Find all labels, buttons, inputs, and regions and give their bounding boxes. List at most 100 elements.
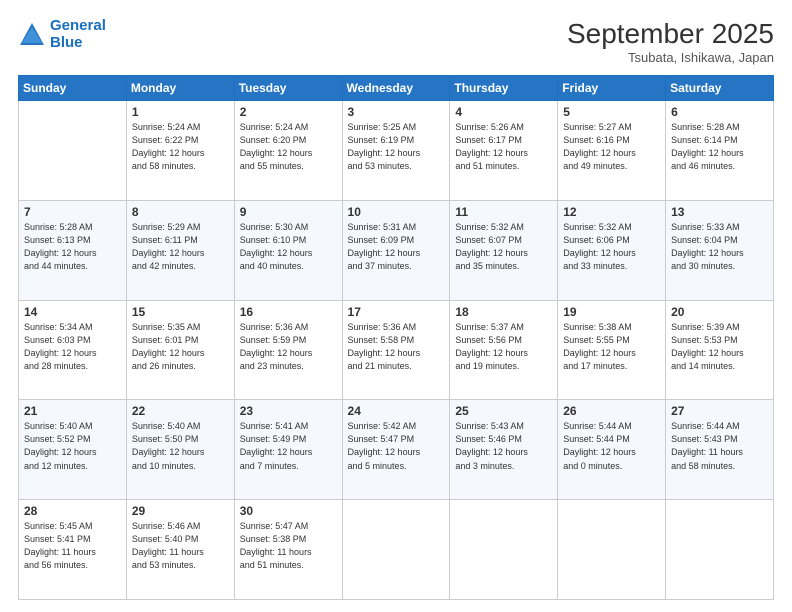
day-info: Sunrise: 5:35 AM Sunset: 6:01 PM Dayligh…	[132, 321, 229, 373]
calendar-cell: 19 Sunrise: 5:38 AM Sunset: 5:55 PM Dayli…	[558, 300, 666, 400]
calendar-week-row: 14Sunrise: 5:34 AM Sunset: 6:03 PM Dayli…	[19, 300, 774, 400]
day-info: Sunrise: 5:30 AM Sunset: 6:10 PM Dayligh…	[240, 221, 337, 273]
day-info: Sunrise: 5:36 AM Sunset: 5:58 PM Dayligh…	[348, 321, 445, 373]
title-block: September 2025 Tsubata, Ishikawa, Japan	[567, 18, 774, 65]
calendar-cell: 13Sunrise: 5:33 AM Sunset: 6:04 PM Dayli…	[666, 200, 774, 300]
weekday-header-cell: Thursday	[450, 76, 558, 101]
calendar-cell: 14Sunrise: 5:34 AM Sunset: 6:03 PM Dayli…	[19, 300, 127, 400]
logo-line1: General	[50, 17, 106, 34]
calendar-week-row: 28Sunrise: 5:45 AM Sunset: 5:41 PM Dayli…	[19, 500, 774, 600]
day-info: Sunrise: 5:31 AM Sunset: 6:09 PM Dayligh…	[348, 221, 445, 273]
calendar-cell: 18 Sunrise: 5:37 AM Sunset: 5:56 PM Dayli…	[450, 300, 558, 400]
day-number: 7	[24, 205, 121, 219]
day-number: 15	[132, 305, 229, 319]
logo-icon	[18, 21, 46, 49]
calendar-cell	[342, 500, 450, 600]
day-number: 22	[132, 404, 229, 418]
day-info: Sunrise: 5:44 AM Sunset: 5:43 PM Dayligh…	[671, 420, 768, 472]
calendar-cell: 21 Sunrise: 5:40 AM Sunset: 5:52 PM Dayli…	[19, 400, 127, 500]
day-info: Sunrise: 5:42 AM Sunset: 5:47 PM Dayligh…	[348, 420, 445, 472]
day-number: 10	[348, 205, 445, 219]
calendar-cell: 2Sunrise: 5:24 AM Sunset: 6:20 PM Daylig…	[234, 101, 342, 201]
day-number: 13	[671, 205, 768, 219]
day-info: Sunrise: 5:40 AM Sunset: 5:50 PM Dayligh…	[132, 420, 229, 472]
day-info: Sunrise: 5:24 AM Sunset: 6:22 PM Dayligh…	[132, 121, 229, 173]
day-info: Sunrise: 5:32 AM Sunset: 6:06 PM Dayligh…	[563, 221, 660, 273]
day-info: Sunrise: 5:39 AM Sunset: 5:53 PM Dayligh…	[671, 321, 768, 373]
day-number: 17	[348, 305, 445, 319]
day-number: 24	[348, 404, 445, 418]
page: General Blue September 2025 Tsubata, Ish…	[0, 0, 792, 612]
day-info: Sunrise: 5:45 AM Sunset: 5:41 PM Dayligh…	[24, 520, 121, 572]
weekday-header-cell: Monday	[126, 76, 234, 101]
day-number: 12	[563, 205, 660, 219]
weekday-header-cell: Saturday	[666, 76, 774, 101]
calendar-cell: 30 Sunrise: 5:47 AM Sunset: 5:38 PM Dayli…	[234, 500, 342, 600]
day-number: 18	[455, 305, 552, 319]
calendar-cell: 28Sunrise: 5:45 AM Sunset: 5:41 PM Dayli…	[19, 500, 127, 600]
day-number: 11	[455, 205, 552, 219]
day-number: 2	[240, 105, 337, 119]
calendar-cell	[666, 500, 774, 600]
day-number: 8	[132, 205, 229, 219]
day-info: Sunrise: 5:37 AM Sunset: 5:56 PM Dayligh…	[455, 321, 552, 373]
day-number: 14	[24, 305, 121, 319]
calendar-cell: 23 Sunrise: 5:41 AM Sunset: 5:49 PM Dayli…	[234, 400, 342, 500]
calendar-table: SundayMondayTuesdayWednesdayThursdayFrid…	[18, 75, 774, 600]
calendar-cell: 24 Sunrise: 5:42 AM Sunset: 5:47 PM Dayli…	[342, 400, 450, 500]
day-info: Sunrise: 5:28 AM Sunset: 6:14 PM Dayligh…	[671, 121, 768, 173]
logo: General Blue	[18, 18, 106, 51]
calendar-cell: 4Sunrise: 5:26 AM Sunset: 6:17 PM Daylig…	[450, 101, 558, 201]
location: Tsubata, Ishikawa, Japan	[567, 50, 774, 65]
day-info: Sunrise: 5:38 AM Sunset: 5:55 PM Dayligh…	[563, 321, 660, 373]
calendar-cell: 16 Sunrise: 5:36 AM Sunset: 5:59 PM Dayli…	[234, 300, 342, 400]
day-info: Sunrise: 5:41 AM Sunset: 5:49 PM Dayligh…	[240, 420, 337, 472]
day-number: 29	[132, 504, 229, 518]
day-info: Sunrise: 5:36 AM Sunset: 5:59 PM Dayligh…	[240, 321, 337, 373]
day-number: 16	[240, 305, 337, 319]
calendar-cell	[558, 500, 666, 600]
calendar-body: 1 Sunrise: 5:24 AM Sunset: 6:22 PM Daylig…	[19, 101, 774, 600]
calendar-cell: 12 Sunrise: 5:32 AM Sunset: 6:06 PM Dayli…	[558, 200, 666, 300]
day-info: Sunrise: 5:47 AM Sunset: 5:38 PM Dayligh…	[240, 520, 337, 572]
calendar-cell: 9Sunrise: 5:30 AM Sunset: 6:10 PM Daylig…	[234, 200, 342, 300]
day-info: Sunrise: 5:46 AM Sunset: 5:40 PM Dayligh…	[132, 520, 229, 572]
day-info: Sunrise: 5:44 AM Sunset: 5:44 PM Dayligh…	[563, 420, 660, 472]
day-info: Sunrise: 5:43 AM Sunset: 5:46 PM Dayligh…	[455, 420, 552, 472]
day-info: Sunrise: 5:28 AM Sunset: 6:13 PM Dayligh…	[24, 221, 121, 273]
header: General Blue September 2025 Tsubata, Ish…	[18, 18, 774, 65]
calendar-cell: 29 Sunrise: 5:46 AM Sunset: 5:40 PM Dayli…	[126, 500, 234, 600]
calendar-cell: 6Sunrise: 5:28 AM Sunset: 6:14 PM Daylig…	[666, 101, 774, 201]
logo-text: General Blue	[50, 18, 106, 51]
calendar-cell: 17 Sunrise: 5:36 AM Sunset: 5:58 PM Dayli…	[342, 300, 450, 400]
calendar-cell: 11 Sunrise: 5:32 AM Sunset: 6:07 PM Dayli…	[450, 200, 558, 300]
day-info: Sunrise: 5:32 AM Sunset: 6:07 PM Dayligh…	[455, 221, 552, 273]
day-number: 19	[563, 305, 660, 319]
calendar-cell: 15 Sunrise: 5:35 AM Sunset: 6:01 PM Dayli…	[126, 300, 234, 400]
day-number: 5	[563, 105, 660, 119]
calendar-cell: 3Sunrise: 5:25 AM Sunset: 6:19 PM Daylig…	[342, 101, 450, 201]
calendar-cell: 26Sunrise: 5:44 AM Sunset: 5:44 PM Dayli…	[558, 400, 666, 500]
calendar-week-row: 1 Sunrise: 5:24 AM Sunset: 6:22 PM Daylig…	[19, 101, 774, 201]
day-info: Sunrise: 5:25 AM Sunset: 6:19 PM Dayligh…	[348, 121, 445, 173]
day-info: Sunrise: 5:27 AM Sunset: 6:16 PM Dayligh…	[563, 121, 660, 173]
day-number: 25	[455, 404, 552, 418]
weekday-header-cell: Wednesday	[342, 76, 450, 101]
day-number: 23	[240, 404, 337, 418]
calendar-cell: 25 Sunrise: 5:43 AM Sunset: 5:46 PM Dayli…	[450, 400, 558, 500]
calendar-cell: 7 Sunrise: 5:28 AM Sunset: 6:13 PM Daylig…	[19, 200, 127, 300]
calendar-cell: 8 Sunrise: 5:29 AM Sunset: 6:11 PM Daylig…	[126, 200, 234, 300]
day-number: 1	[132, 105, 229, 119]
weekday-header-row: SundayMondayTuesdayWednesdayThursdayFrid…	[19, 76, 774, 101]
day-info: Sunrise: 5:29 AM Sunset: 6:11 PM Dayligh…	[132, 221, 229, 273]
day-number: 30	[240, 504, 337, 518]
month-year: September 2025	[567, 18, 774, 50]
calendar-cell	[450, 500, 558, 600]
weekday-header-cell: Sunday	[19, 76, 127, 101]
day-number: 4	[455, 105, 552, 119]
calendar-cell: 22 Sunrise: 5:40 AM Sunset: 5:50 PM Dayli…	[126, 400, 234, 500]
calendar-cell: 20 Sunrise: 5:39 AM Sunset: 5:53 PM Dayli…	[666, 300, 774, 400]
day-number: 21	[24, 404, 121, 418]
day-info: Sunrise: 5:40 AM Sunset: 5:52 PM Dayligh…	[24, 420, 121, 472]
day-number: 20	[671, 305, 768, 319]
